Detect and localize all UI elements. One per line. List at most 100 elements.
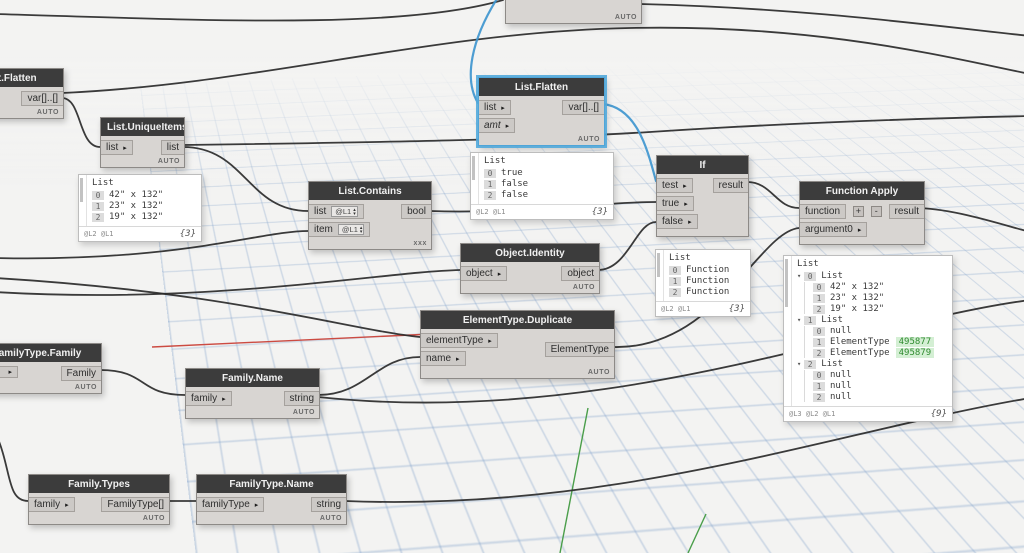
port-in-test[interactable]: test ▸ [657,178,693,193]
watch-scrollbar[interactable] [79,175,87,226]
node-title[interactable]: List.Flatten [479,78,604,96]
port-out-family[interactable]: Family [60,366,101,381]
port-out-elementtype[interactable]: ElementType [544,342,614,357]
lacing-auto-label[interactable]: AUTO [158,158,180,165]
collapse-icon[interactable]: ▾ [797,272,801,280]
node-title[interactable]: Function Apply [800,182,924,200]
port-in-elementtype[interactable]: elementType ▸ [421,333,498,348]
scrollbar-thumb[interactable] [657,253,660,277]
node-title[interactable]: Family.Name [186,369,319,387]
node-if[interactable]: If test ▸ true ▸ false ▸ result [656,155,749,237]
port-in-list[interactable]: list ▸ [101,140,133,155]
wire[interactable] [0,432,29,502]
scrollbar-thumb[interactable] [472,156,475,180]
list-level-control[interactable]: @L1 ▴ ▾ [337,224,365,235]
lacing-auto-label[interactable]: AUTO [37,109,59,116]
port-in-name[interactable]: name ▸ [421,351,466,366]
wire[interactable] [0,269,461,296]
spinner-icon[interactable]: ▴ ▾ [353,207,356,216]
lacing-auto-label[interactable]: AUTO [320,515,342,522]
node-list-contains[interactable]: List.Contains list @L1 ▴ ▾ item @L1 ▴ ▾ … [308,181,432,250]
preview-bubble-flatten[interactable]: List 0 true 1 false 2 false @L2 @L1 {3} [470,152,614,220]
port-out-string[interactable]: string [283,391,319,406]
lacing-auto-label[interactable]: AUTO [75,384,97,391]
watch-levels[interactable]: @L2 @L1 [84,230,114,238]
port-in-function[interactable]: function [800,204,847,219]
node-title[interactable]: Object.Identity [461,244,599,262]
port-out-object[interactable]: object [561,266,599,281]
remove-argument-button[interactable]: - [870,206,882,217]
port-in-item[interactable]: item @L1 ▴ ▾ [309,222,371,237]
node-family-name[interactable]: Family.Name family ▸ string AUTO [185,368,320,419]
lacing-auto-label[interactable]: AUTO [588,369,610,376]
lacing-auto-label[interactable]: AUTO [573,284,595,291]
port-out-string[interactable]: string [310,497,346,512]
port-in-family[interactable]: family ▸ [29,497,75,512]
list-level-control[interactable]: @L1 ▴ ▾ [331,206,358,217]
port-in-list[interactable]: list ▸ [479,100,511,115]
node-familytype-name[interactable]: FamilyType.Name familyType ▸ string AUTO [196,474,347,525]
wire[interactable] [0,0,504,22]
watch-levels[interactable]: @L2 @L1 [661,305,691,313]
watch-levels[interactable]: @L3 @L2 @L1 [789,410,835,418]
preview-bubble-if[interactable]: List 0 Function 1 Function 2 Function @L2 @… [655,249,751,317]
port-in-familytype[interactable]: ▸ [0,366,18,378]
node-title[interactable]: ElementType.Duplicate [421,311,614,329]
lacing-auto-label[interactable]: AUTO [293,409,315,416]
port-out-result[interactable]: result [712,178,748,193]
port-in-false[interactable]: false ▸ [657,214,698,229]
preview-bubble-nested-list[interactable]: List ▾ 0 List 0 42" x 132" 1 23" x 132" 21… [783,255,953,422]
watch-scrollbar[interactable] [784,256,792,406]
watch-scrollbar[interactable] [656,250,664,301]
lacing-auto-label[interactable]: AUTO [578,136,600,143]
port-in-familytype[interactable]: familyType ▸ [197,497,265,512]
node-title[interactable]: FamilyType.Name [197,475,346,493]
lacing-auto-label[interactable]: AUTO [615,14,637,21]
port-in-argument0[interactable]: argument0 ▸ [800,222,868,237]
scrollbar-thumb[interactable] [80,178,83,202]
preview-bubble-uniqueitems[interactable]: List 0 42" x 132" 1 23" x 132" 2 19" x 132"… [78,174,202,242]
port-in-amt[interactable]: amt ▸ [479,118,516,133]
watch-levels[interactable]: @L2 @L1 [476,208,506,216]
node-list-uniqueitems[interactable]: List.UniqueItems list ▸ list AUTO [100,117,185,168]
node-family-types[interactable]: Family.Types family ▸ FamilyType[] AUTO [28,474,170,525]
port-in-object[interactable]: object ▸ [461,266,508,281]
node-list-flatten-clipped[interactable]: List.Flatten var[]..[] AUTO [0,68,64,119]
add-argument-button[interactable]: + [852,206,864,217]
port-out-bool[interactable]: bool [401,204,431,219]
collapse-icon[interactable]: ▾ [797,360,801,368]
wire[interactable] [639,3,1024,37]
node-title[interactable]: List.Contains [309,182,431,200]
node-title[interactable]: If [657,156,748,174]
node-object-identity[interactable]: Object.Identity object ▸ object AUTO [460,243,600,294]
node-title[interactable]: List.Flatten [0,69,63,87]
wire[interactable] [317,356,421,396]
node-function-apply[interactable]: Function Apply function + - result argum… [799,181,925,245]
scrollbar-thumb[interactable] [785,259,788,307]
wire[interactable] [919,207,1024,232]
node-familytype-family[interactable]: FamilyType.Family ▸ Family AUTO [0,343,102,394]
port-in-list[interactable]: list @L1 ▴ ▾ [309,204,364,219]
lacing-cross-label[interactable]: xxx [414,240,427,247]
port-out-familytype-array[interactable]: FamilyType[] [101,497,169,512]
lacing-auto-label[interactable]: AUTO [143,515,165,522]
dynamo-workspace[interactable]: List.Flatten var[]..[] AUTO element ▾ AU… [0,0,1024,553]
wire[interactable] [61,97,101,148]
port-in-family[interactable]: family ▸ [186,391,232,406]
wire[interactable] [746,181,800,209]
port-out-var[interactable]: var[]..[] [21,91,63,106]
port-out-var[interactable]: var[]..[] [562,100,604,115]
port-out-list[interactable]: list [160,140,184,155]
port-out-result[interactable]: result [888,204,924,219]
node-title[interactable]: Family.Types [29,475,169,493]
wire[interactable] [99,369,186,396]
wire[interactable] [597,221,657,271]
port-in-true[interactable]: true ▸ [657,196,694,211]
spinner-icon[interactable]: ▴ ▾ [360,225,363,234]
node-dropdown-clipped[interactable]: element ▾ AUTO [505,0,642,24]
node-list-flatten[interactable]: List.Flatten list ▸ amt ▸ var[]..[] AUTO [478,77,605,146]
node-title[interactable]: FamilyType.Family [0,344,101,362]
node-title[interactable]: List.UniqueItems [101,118,184,136]
node-elementtype-duplicate[interactable]: ElementType.Duplicate elementType ▸ name… [420,310,615,379]
wire[interactable] [0,277,421,338]
